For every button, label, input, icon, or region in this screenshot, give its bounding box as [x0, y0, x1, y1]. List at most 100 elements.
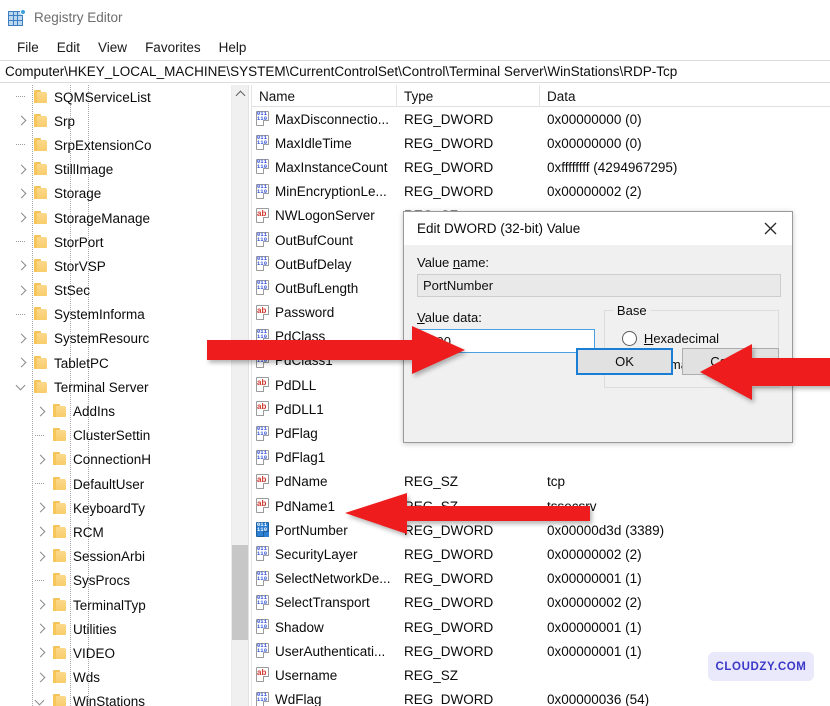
- value-name-text: OutBufLength: [275, 280, 359, 296]
- tree-item-sqmservicelist[interactable]: SQMServiceList: [0, 85, 248, 109]
- chevron-right-icon[interactable]: [33, 496, 51, 520]
- menu-item-view[interactable]: View: [89, 37, 136, 58]
- folder-icon: [51, 597, 69, 613]
- string-value-icon: ab: [255, 207, 271, 224]
- folder-icon: [32, 210, 50, 226]
- tree-scrollbar-thumb[interactable]: [232, 545, 248, 640]
- value-data-cell: 0x00000036 (54): [547, 692, 650, 706]
- value-data-cell: 0x00000000 (0): [547, 135, 642, 151]
- value-name-cell: ab Password: [252, 304, 397, 321]
- tree-item-winstations[interactable]: WinStations: [0, 690, 248, 706]
- chevron-down-icon[interactable]: [14, 375, 32, 399]
- chevron-right-icon[interactable]: [14, 182, 32, 206]
- tree-item-terminaltyp[interactable]: TerminalTyp: [0, 593, 248, 617]
- value-data-cell: tcp: [547, 474, 566, 490]
- value-list-row[interactable]: 011 110 WdFlag REG_DWORD 0x00000036 (54): [252, 688, 830, 706]
- chevron-right-icon[interactable]: [14, 206, 32, 230]
- close-icon[interactable]: [748, 212, 792, 245]
- value-name-text: SelectTransport: [275, 595, 370, 611]
- value-list-row[interactable]: ab PdName REG_SZ tcp: [252, 470, 830, 494]
- tree-item-wds[interactable]: Wds: [0, 666, 248, 690]
- value-list-row[interactable]: 011 110 MaxDisconnectio... REG_DWORD 0x00000…: [252, 107, 830, 131]
- value-list-row[interactable]: 011 110 SecurityLayer REG_DWORD 0x00000002 (…: [252, 542, 830, 566]
- folder-icon: [32, 307, 50, 322]
- folder-icon: [32, 137, 50, 153]
- chevron-right-icon[interactable]: [14, 158, 32, 182]
- tree-item-label: TabletPC: [54, 355, 109, 371]
- value-name-cell: 011 110 WdFlag: [252, 691, 397, 706]
- tree-item-defaultuser[interactable]: DefaultUser: [0, 472, 248, 496]
- tree-item-clustersettin[interactable]: ClusterSettin: [0, 424, 248, 448]
- value-list-row[interactable]: 011 110 SelectNetworkDe... REG_DWORD 0x00000…: [252, 567, 830, 591]
- value-list-row[interactable]: 011 110 SelectTransport REG_DWORD 0x00000002…: [252, 591, 830, 615]
- tree-item-stsec[interactable]: StSec: [0, 279, 248, 303]
- menu-item-favorites[interactable]: Favorites: [136, 37, 210, 58]
- tree-item-addins[interactable]: AddIns: [0, 399, 248, 423]
- column-header-data[interactable]: Data: [540, 85, 830, 107]
- tree-item-label: Terminal Server: [54, 379, 149, 395]
- value-name-text: PortNumber: [275, 522, 348, 538]
- tree-scrollbar[interactable]: [231, 85, 248, 706]
- chevron-down-icon[interactable]: [33, 690, 51, 706]
- tree-item-srpextensionco[interactable]: SrpExtensionCo: [0, 133, 248, 157]
- tree-item-label: VIDEO: [73, 645, 116, 661]
- tree-item-srp[interactable]: Srp: [0, 109, 248, 133]
- tree-leaf-connector-icon: [33, 424, 51, 448]
- radio-hexadecimal-indicator[interactable]: [621, 330, 637, 346]
- menu-item-edit[interactable]: Edit: [48, 37, 89, 58]
- value-list-row[interactable]: 011 110 MaxInstanceCount REG_DWORD 0xfffffff…: [252, 155, 830, 179]
- tree-item-connectionh[interactable]: ConnectionH: [0, 448, 248, 472]
- chevron-right-icon[interactable]: [33, 666, 51, 690]
- column-header-type[interactable]: Type: [397, 85, 540, 107]
- tree-item-utilities[interactable]: Utilities: [0, 617, 248, 641]
- column-header-name[interactable]: Name: [252, 85, 397, 107]
- tree-item-label: AddIns: [73, 404, 116, 420]
- value-name-cell: ab PdName: [252, 473, 397, 490]
- tree-item-storagemanage[interactable]: StorageManage: [0, 206, 248, 230]
- tree-item-video[interactable]: VIDEO: [0, 641, 248, 665]
- tree-item-sysprocs[interactable]: SysProcs: [0, 569, 248, 593]
- folder-icon: [32, 283, 50, 298]
- chevron-right-icon[interactable]: [33, 545, 51, 569]
- folder-icon: [51, 694, 69, 706]
- chevron-right-icon[interactable]: [33, 593, 51, 617]
- value-list-row[interactable]: 011 110 Shadow REG_DWORD 0x00000001 (1): [252, 615, 830, 639]
- chevron-right-icon[interactable]: [33, 641, 51, 665]
- registry-tree-pane[interactable]: SQMServiceList Srp SrpExtensionCo StillImag…: [0, 85, 248, 706]
- dword-value-icon: 011110: [255, 256, 271, 272]
- scroll-up-arrow-icon[interactable]: [232, 85, 248, 102]
- chevron-right-icon[interactable]: [14, 351, 32, 375]
- ok-button[interactable]: OK: [576, 348, 673, 375]
- chevron-right-icon[interactable]: [33, 448, 51, 472]
- menu-item-help[interactable]: Help: [210, 37, 256, 58]
- tree-item-storvsp[interactable]: StorVSP: [0, 254, 248, 278]
- tree-item-label: RCM: [73, 524, 104, 540]
- folder-icon: [32, 355, 50, 371]
- tree-item-sessionarbi[interactable]: SessionArbi: [0, 545, 248, 569]
- tree-item-stillimage[interactable]: StillImage: [0, 158, 248, 182]
- chevron-right-icon[interactable]: [14, 327, 32, 351]
- value-list-row[interactable]: 011 110 MinEncryptionLe... REG_DWORD 0x00000…: [252, 180, 830, 204]
- menu-item-file[interactable]: File: [8, 37, 48, 58]
- chevron-right-icon[interactable]: [14, 109, 32, 133]
- tree-item-storage[interactable]: Storage: [0, 182, 248, 206]
- value-list-row[interactable]: 011 110 PdFlag1: [252, 446, 830, 470]
- value-name-input[interactable]: [417, 274, 781, 297]
- chevron-right-icon[interactable]: [33, 400, 51, 424]
- chevron-right-icon[interactable]: [33, 520, 51, 544]
- value-type-cell: REG_SZ: [404, 667, 459, 683]
- tree-item-storport[interactable]: StorPort: [0, 230, 248, 254]
- chevron-right-icon[interactable]: [14, 254, 32, 278]
- address-bar[interactable]: Computer\HKEY_LOCAL_MACHINE\SYSTEM\Curre…: [0, 60, 830, 83]
- value-name-text: WdFlag: [275, 692, 322, 706]
- folder-icon: [51, 549, 69, 564]
- chevron-right-icon[interactable]: [14, 279, 32, 303]
- value-name-text: MaxInstanceCount: [275, 159, 388, 175]
- value-name-cell: 011 110 PdFlag: [252, 425, 397, 442]
- chevron-right-icon[interactable]: [33, 617, 51, 641]
- value-list-row[interactable]: 011 110 MaxIdleTime REG_DWORD 0x00000000 (0): [252, 131, 830, 155]
- tree-item-keyboardty[interactable]: KeyboardTy: [0, 496, 248, 520]
- tree-item-rcm[interactable]: RCM: [0, 520, 248, 544]
- arrow-to-value-data: [207, 326, 465, 374]
- folder-icon: [51, 670, 69, 685]
